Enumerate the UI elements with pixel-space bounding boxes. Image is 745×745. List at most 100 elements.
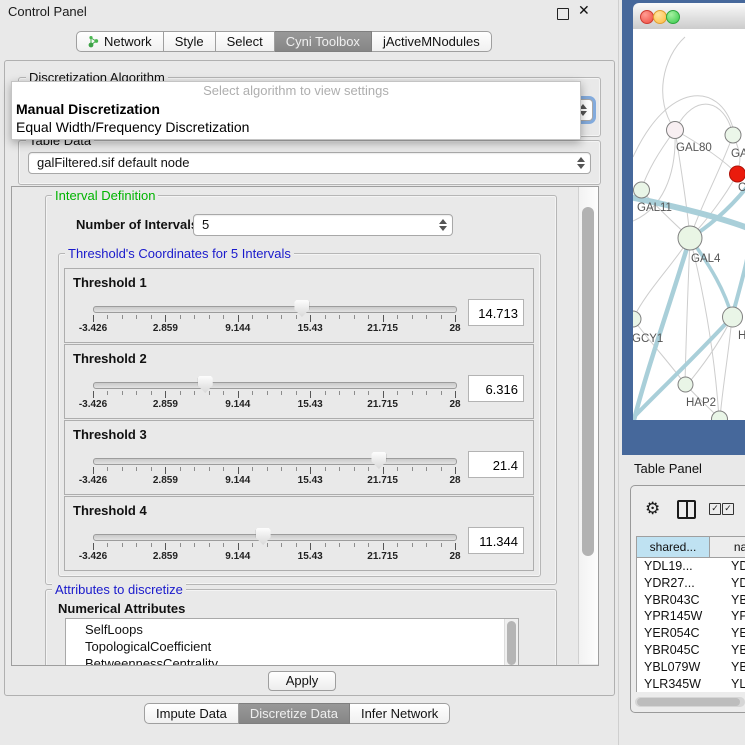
threshold-1-slider-track[interactable] — [93, 306, 457, 313]
node-gal4[interactable] — [678, 226, 702, 250]
node-h[interactable] — [723, 307, 743, 327]
slider-tick — [223, 315, 224, 319]
tab-network[interactable]: Network — [76, 31, 164, 52]
tab-infer-network[interactable]: Infer Network — [350, 703, 450, 724]
attribute-list-item[interactable]: SelfLoops — [66, 621, 518, 638]
attribute-list-item[interactable]: TopologicalCoefficient — [66, 638, 518, 655]
table-row[interactable]: YLR345WYLR3 — [637, 676, 745, 692]
slider-tick-label: 9.144 — [225, 323, 250, 334]
dropdown-option-manual[interactable]: Manual Discretization — [12, 100, 580, 118]
slider-tick — [426, 543, 427, 547]
table-hscrollbar-thumb[interactable] — [637, 698, 740, 706]
table-row[interactable]: YDR27...YDR2 — [637, 575, 745, 592]
float-window-icon[interactable] — [557, 8, 569, 20]
column-visibility-icon[interactable] — [677, 500, 696, 519]
threshold-1-value-field[interactable]: 14.713 — [468, 299, 524, 326]
slider-tick-label: 2.859 — [153, 399, 178, 410]
settings-scrollbar[interactable] — [578, 187, 598, 664]
network-canvas[interactable]: GAL80 GA C GAL11 GAL4 GCY1 H HAP2 — [633, 29, 745, 420]
column-header-name[interactable]: na — [709, 536, 745, 558]
dropdown-option-equal-width[interactable]: Equal Width/Frequency Discretization — [12, 118, 580, 136]
attributes-scrollbar[interactable] — [504, 619, 518, 666]
table-rows: YDL19...YDL1YDR27...YDR2YBR043CYBR0YPR14… — [636, 558, 745, 692]
number-of-intervals-combobox[interactable]: 5 — [193, 214, 453, 236]
table-row[interactable]: YDL19...YDL1 — [637, 558, 745, 575]
node-ga[interactable] — [725, 127, 741, 143]
table-row[interactable]: YPR145WYPR1 — [637, 608, 745, 625]
node-gal80[interactable] — [667, 122, 684, 139]
tab-jactivemnodules[interactable]: jActiveMNodules — [372, 31, 492, 52]
threshold-4-slider-track[interactable] — [93, 534, 457, 541]
slider-tick — [136, 391, 137, 395]
slider-tick — [310, 467, 311, 474]
table-panel: ⚙ ✓ ✓ shared... na YDL19...YDL1YDR27...Y… — [630, 485, 745, 713]
slider-tick — [296, 543, 297, 547]
slider-tick — [122, 543, 123, 547]
node-label-hap2: HAP2 — [686, 397, 716, 409]
tab-jactivemnodules-label: jActiveMNodules — [383, 34, 480, 49]
table-row[interactable]: YBR043CYBR0 — [637, 592, 745, 609]
algorithm-dropdown-popup: Select algorithm to view settings Manual… — [11, 81, 581, 140]
threshold-2-value-field[interactable]: 6.316 — [468, 375, 524, 402]
column-header-shared-name[interactable]: shared... — [636, 536, 709, 558]
slider-tick-label: -3.426 — [79, 475, 107, 486]
slider-tick — [267, 467, 268, 471]
threshold-2-slider-track[interactable] — [93, 382, 457, 389]
attribute-list-item[interactable]: BetweennessCentrality — [66, 655, 518, 666]
network-window-titlebar[interactable] — [633, 3, 745, 30]
table-settings-gear-icon[interactable]: ⚙ — [645, 499, 660, 519]
slider-tick — [426, 391, 427, 395]
table-cell: YLR3 — [723, 676, 745, 692]
slider-tick — [310, 543, 311, 550]
threshold-3-slider-track[interactable] — [93, 458, 457, 465]
numerical-attributes-list[interactable]: SelfLoopsTopologicalCoefficientBetweenne… — [65, 618, 519, 666]
slider-tick-labels: -3.4262.8599.14415.4321.71528 — [93, 551, 455, 563]
table-data-combobox[interactable]: galFiltered.sif default node — [28, 152, 591, 174]
node-hap2[interactable] — [678, 377, 693, 392]
table-data-combobox-value: galFiltered.sif default node — [37, 155, 189, 170]
slider-tick-label: 9.144 — [225, 399, 250, 410]
slider-ticks — [93, 391, 455, 399]
network-graph: GAL80 GA C GAL11 GAL4 GCY1 H HAP2 — [633, 29, 745, 420]
table-horizontal-scrollbar[interactable] — [635, 697, 745, 707]
slider-tick-label: 2.859 — [153, 323, 178, 334]
slider-tick — [455, 315, 456, 322]
slider-tick — [209, 543, 210, 547]
node-label-gal80: GAL80 — [676, 142, 712, 154]
threshold-3-panel: Threshold 3 -3.4262.8599.14415.4321.7152… — [64, 420, 534, 495]
tab-impute-data[interactable]: Impute Data — [144, 703, 239, 724]
tab-impute-data-label: Impute Data — [156, 704, 227, 723]
slider-tick-label: 21.715 — [367, 323, 398, 334]
tab-style[interactable]: Style — [164, 31, 216, 52]
slider-tick — [165, 543, 166, 550]
threshold-3-value-field[interactable]: 21.4 — [468, 451, 524, 478]
tab-select[interactable]: Select — [216, 31, 275, 52]
slider-tick — [194, 315, 195, 319]
node-gal11[interactable] — [634, 182, 650, 198]
table-row[interactable]: YER054CYER0 — [637, 625, 745, 642]
select-none-check-icon[interactable]: ✓ — [722, 503, 734, 515]
minimize-traffic-light-icon[interactable] — [653, 10, 667, 24]
table-cell: YDL1 — [723, 558, 745, 575]
settings-scrollbar-thumb[interactable] — [582, 207, 594, 556]
node-gcy1[interactable] — [633, 311, 641, 327]
select-all-check-icon[interactable]: ✓ — [709, 503, 721, 515]
apply-button[interactable]: Apply — [268, 671, 336, 691]
threshold-4-label: Threshold 4 — [73, 503, 147, 518]
table-cell: YPR145W — [637, 608, 723, 625]
table-cell: YLR345W — [637, 676, 723, 692]
slider-tick — [339, 391, 340, 395]
node-red-selected[interactable] — [730, 166, 745, 182]
slider-tick — [354, 391, 355, 395]
table-row[interactable]: YBR045CYBR0 — [637, 642, 745, 659]
zoom-traffic-light-icon[interactable] — [666, 10, 680, 24]
close-icon[interactable]: ✕ — [578, 2, 590, 19]
table-row[interactable]: YBL079WYBL0 — [637, 659, 745, 676]
tab-discretize-data[interactable]: Discretize Data — [239, 703, 350, 724]
table-cell: YER0 — [723, 625, 745, 642]
tab-cyni-toolbox[interactable]: Cyni Toolbox — [275, 31, 372, 52]
slider-tick — [412, 315, 413, 319]
close-traffic-light-icon[interactable] — [640, 10, 654, 24]
threshold-4-value-field[interactable]: 11.344 — [468, 527, 524, 554]
slider-tick — [339, 543, 340, 547]
